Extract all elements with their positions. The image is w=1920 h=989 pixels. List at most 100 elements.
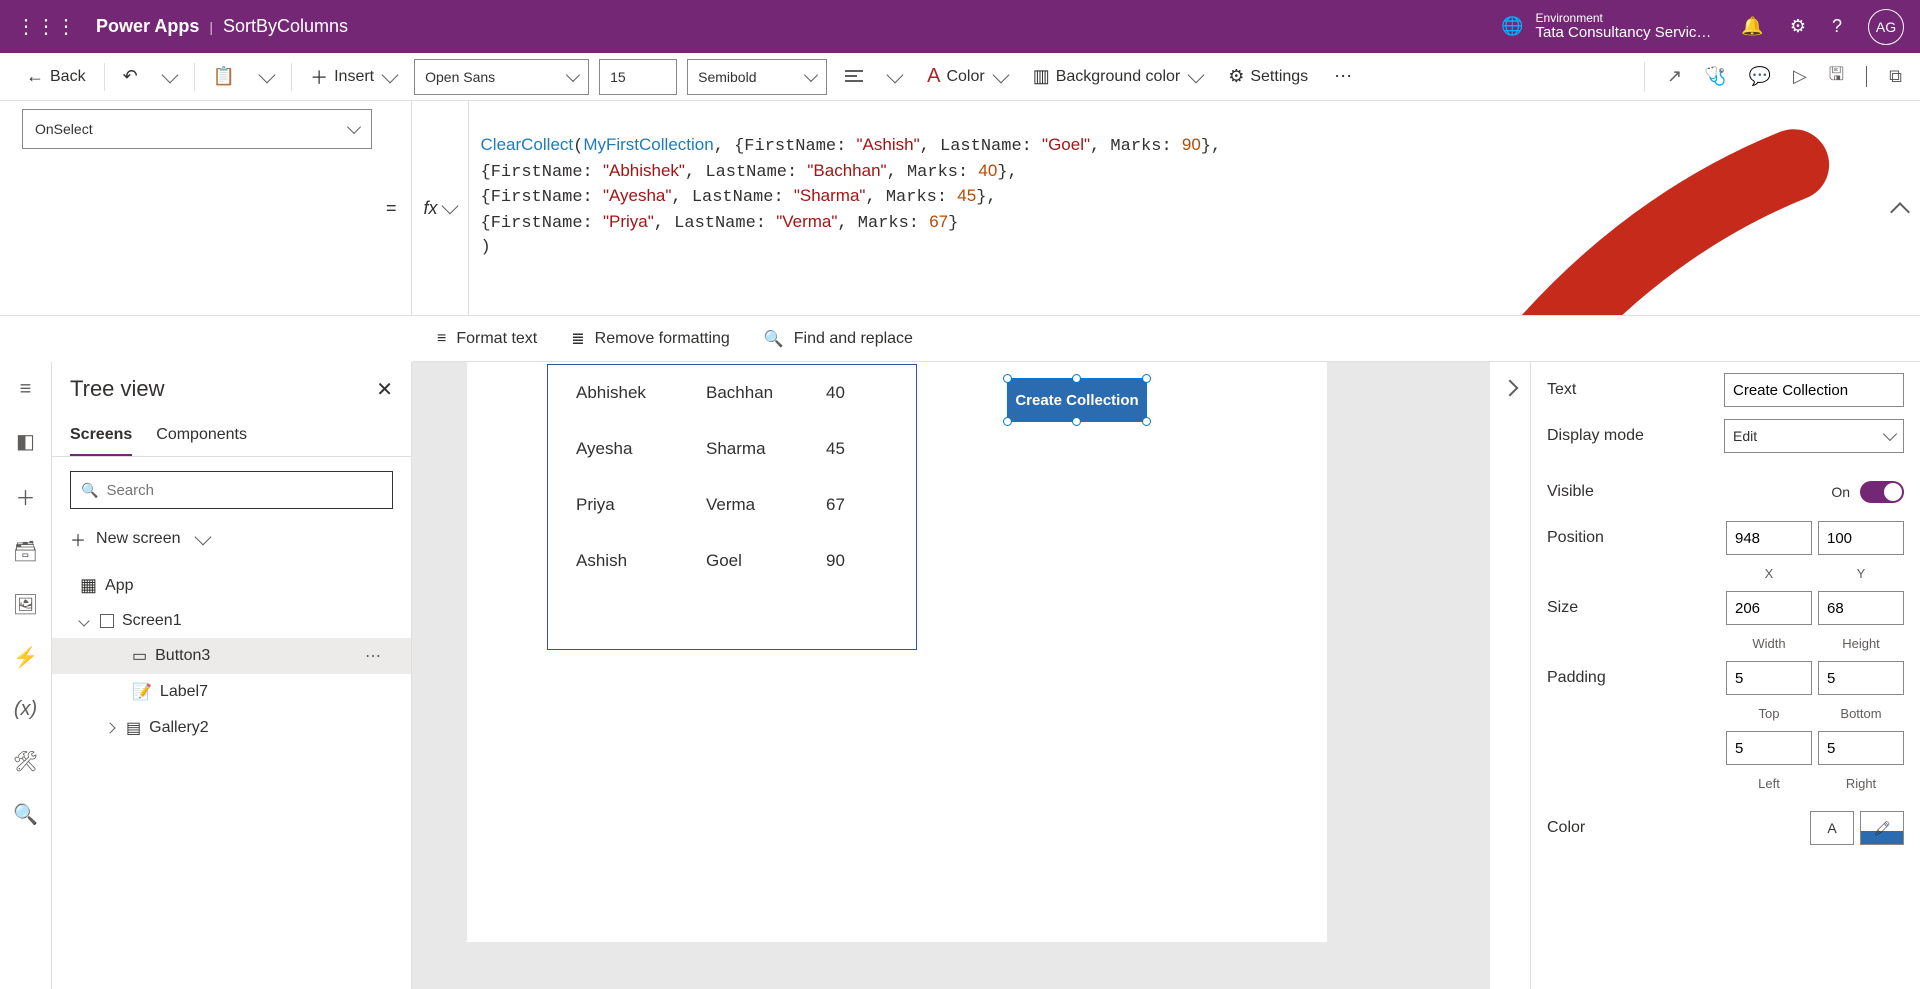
command-bar: ←Back ↶ 📋 ＋Insert Open Sans 15 Semibold …: [0, 53, 1920, 101]
undo-button[interactable]: ↶: [115, 60, 146, 93]
fx-icon[interactable]: fx: [411, 101, 469, 315]
save-split-icon[interactable]: [1866, 66, 1867, 87]
tree-view-panel: Tree view ✕ Screens Components 🔍 ＋New sc…: [52, 362, 412, 989]
create-collection-button[interactable]: Create Collection: [1007, 378, 1147, 422]
checker-icon[interactable]: 🩺: [1704, 66, 1726, 87]
prop-pad-right-input[interactable]: [1818, 731, 1904, 765]
search-icon: 🔍: [81, 482, 98, 499]
flows-icon[interactable]: ⚡: [13, 645, 38, 670]
new-screen-button[interactable]: ＋New screen: [52, 519, 411, 559]
align-button[interactable]: [837, 64, 871, 90]
prop-display-mode-select[interactable]: Edit: [1724, 419, 1904, 453]
tree-title: Tree view: [70, 376, 165, 402]
hamburger-icon[interactable]: ≡: [20, 378, 32, 401]
formula-toolbar: ≡Format text ≣Remove formatting 🔍Find an…: [413, 316, 1920, 362]
avatar[interactable]: AG: [1868, 9, 1904, 45]
publish-icon[interactable]: ⧉: [1889, 66, 1902, 87]
find-replace-button[interactable]: 🔍Find and replace: [764, 329, 913, 349]
search-icon[interactable]: 🔍: [13, 802, 38, 827]
prop-pad-left-input[interactable]: [1726, 731, 1812, 765]
tree-item-button3[interactable]: ▭Button3⋯: [52, 638, 411, 674]
font-color-button[interactable]: AColor: [919, 59, 1015, 94]
tab-components[interactable]: Components: [156, 416, 247, 456]
tree-item-label7[interactable]: 📝Label7: [52, 674, 411, 710]
font-dropdown[interactable]: Open Sans: [414, 59, 589, 95]
equals-icon: =: [372, 101, 411, 315]
insert-button[interactable]: ＋Insert: [302, 58, 404, 96]
table-row[interactable]: AshishGoel90: [548, 533, 916, 589]
prop-size-label: Size: [1547, 599, 1726, 617]
close-icon[interactable]: ✕: [376, 377, 393, 402]
button-icon: ▭: [132, 646, 147, 666]
insert-icon[interactable]: ＋: [16, 482, 36, 511]
preview-icon[interactable]: ▷: [1793, 66, 1807, 87]
screen-icon: [100, 614, 114, 628]
undo-split[interactable]: [156, 67, 184, 87]
prop-width-input[interactable]: [1726, 591, 1812, 625]
app-name: SortByColumns: [223, 16, 348, 37]
prop-font-color[interactable]: A: [1810, 811, 1854, 845]
gallery-control[interactable]: Student Details AbhishekBachhan40 Ayesha…: [547, 364, 917, 650]
bg-color-button[interactable]: ▥Background color: [1025, 60, 1211, 93]
data-icon[interactable]: 🗃: [13, 539, 38, 564]
tab-screens[interactable]: Screens: [70, 416, 132, 456]
tools-icon[interactable]: 🛠: [13, 749, 38, 774]
back-button[interactable]: ←Back: [18, 60, 94, 93]
prop-display-mode-label: Display mode: [1547, 427, 1724, 445]
align-split[interactable]: [881, 67, 909, 87]
left-rail: ≡ ◧ ＋ 🗃 🖼 ⚡ (x) 🛠 🔍: [0, 362, 52, 989]
save-icon[interactable]: 🖫: [1829, 62, 1844, 92]
prop-pad-top-input[interactable]: [1726, 661, 1812, 695]
more-icon[interactable]: ⋯: [365, 646, 383, 666]
environment-icon: 🌐: [1501, 16, 1523, 37]
tree-item-app[interactable]: ▦App: [52, 567, 411, 604]
notifications-icon[interactable]: 🔔: [1741, 16, 1763, 37]
paste-button[interactable]: 📋: [205, 60, 243, 93]
font-weight-dropdown[interactable]: Semibold: [687, 59, 827, 95]
share-icon[interactable]: ↗: [1667, 66, 1682, 87]
comments-icon[interactable]: 💬: [1749, 66, 1771, 87]
more-button[interactable]: ⋯: [1326, 60, 1360, 93]
checkmark-annotation: [1139, 101, 1880, 315]
table-row[interactable]: PriyaVerma67: [548, 477, 916, 533]
remove-formatting-button[interactable]: ≣Remove formatting: [571, 329, 730, 349]
formula-expand-icon[interactable]: [1880, 101, 1920, 315]
formula-bar: OnSelect = fx ClearCollect(MyFirstCollec…: [0, 101, 1920, 316]
tree-item-screen1[interactable]: Screen1: [52, 604, 411, 638]
expand-strip[interactable]: [1490, 362, 1530, 989]
prop-height-input[interactable]: [1818, 591, 1904, 625]
help-icon[interactable]: ?: [1832, 16, 1842, 37]
tree-item-gallery2[interactable]: ▤Gallery2: [52, 710, 411, 746]
product-name: Power Apps: [96, 16, 199, 37]
settings-button[interactable]: ⚙Settings: [1220, 60, 1316, 93]
prop-fill-color[interactable]: 🖍: [1860, 811, 1904, 845]
prop-position-label: Position: [1547, 529, 1726, 547]
formula-editor[interactable]: ClearCollect(MyFirstCollection, {FirstNa…: [469, 101, 1880, 315]
settings-icon[interactable]: ⚙: [1790, 16, 1806, 37]
app-header: ⋮⋮⋮ Power Apps | SortByColumns 🌐 Environ…: [0, 0, 1920, 53]
media-icon[interactable]: 🖼: [13, 592, 38, 617]
prop-color-label: Color: [1547, 819, 1810, 837]
paste-split[interactable]: [253, 67, 281, 87]
tree-view-icon[interactable]: ◧: [16, 429, 35, 454]
prop-text-label: Text: [1547, 381, 1724, 399]
prop-pad-bottom-input[interactable]: [1818, 661, 1904, 695]
prop-visible-toggle[interactable]: [1860, 481, 1904, 503]
font-size-dropdown[interactable]: 15: [599, 59, 677, 95]
search-input[interactable]: 🔍: [70, 471, 393, 509]
prop-y-input[interactable]: [1818, 521, 1904, 555]
properties-panel: Text Display mode Edit Visible On Positi…: [1530, 362, 1920, 989]
prop-x-input[interactable]: [1726, 521, 1812, 555]
label-icon: 📝: [132, 682, 152, 702]
prop-visible-label: Visible: [1547, 483, 1831, 501]
prop-text-input[interactable]: [1724, 373, 1904, 407]
chevron-down-icon: [78, 616, 89, 627]
table-row[interactable]: AbhishekBachhan40: [548, 365, 916, 421]
variables-icon[interactable]: (x): [14, 698, 37, 721]
table-row[interactable]: AyeshaSharma45: [548, 421, 916, 477]
format-text-button[interactable]: ≡Format text: [437, 330, 537, 348]
property-dropdown[interactable]: OnSelect: [22, 109, 372, 149]
environment-picker[interactable]: 🌐 Environment Tata Consultancy Servic…: [1501, 12, 1711, 42]
canvas-area[interactable]: Student Details AbhishekBachhan40 Ayesha…: [412, 362, 1490, 989]
waffle-icon[interactable]: ⋮⋮⋮: [16, 14, 76, 39]
